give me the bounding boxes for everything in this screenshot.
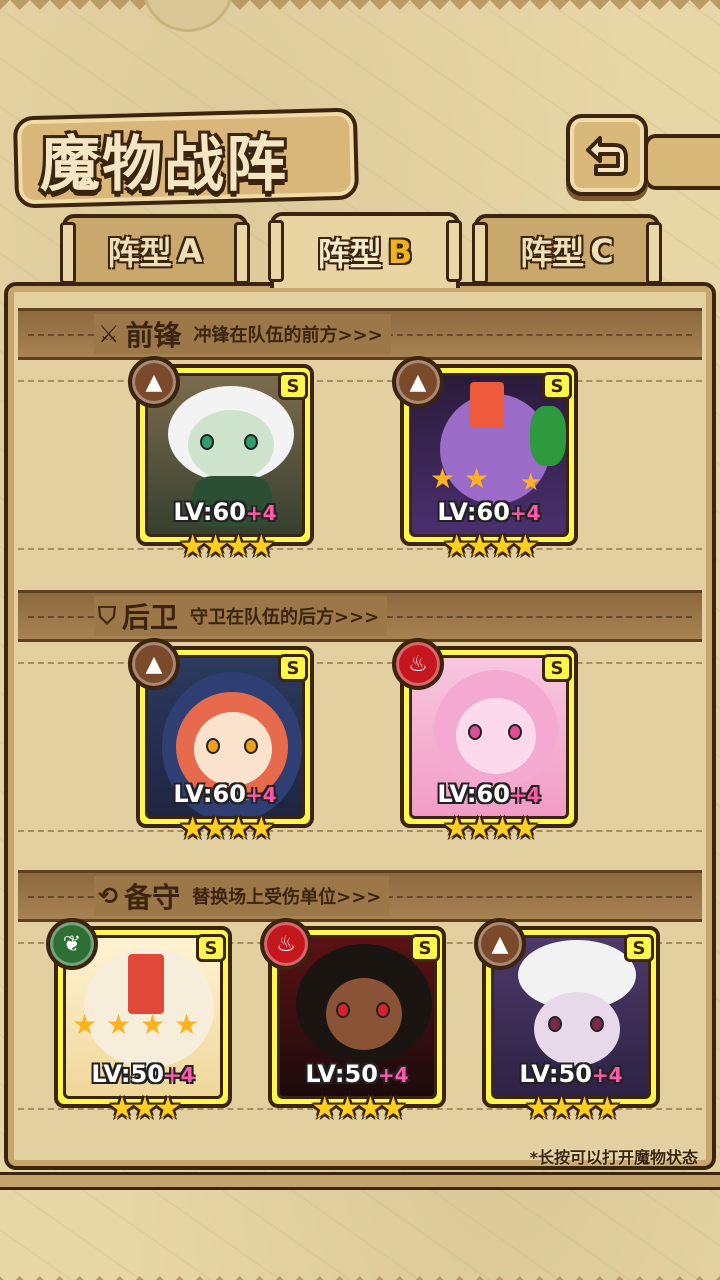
earth-element-icon: ▲ [392, 356, 444, 408]
star-rating: ★★★★ [443, 811, 539, 846]
tab-b-prefix: 阵型 [317, 235, 382, 273]
rank-badge: S [542, 372, 572, 400]
tab-b-letter: B [387, 233, 413, 271]
tab-a-prefix: 阵型 [107, 234, 172, 272]
star-rating: ★★★★ [179, 529, 275, 564]
row-line [18, 830, 702, 832]
monster-card-rearguard-2[interactable]: ♨ S LV:60+4 ★★★★ [392, 638, 578, 846]
back-button-tab [644, 134, 720, 190]
row-line [18, 548, 702, 550]
tab-c-letter: C [590, 232, 614, 270]
hint-text: *长按可以打开魔物状态 [529, 1148, 698, 1167]
shield-icon: ⛉ [98, 602, 116, 630]
vanguard-title: 前锋 [125, 319, 182, 352]
tab-formation-a[interactable]: 阵型 A [60, 214, 250, 284]
star-rating: ★★★ [108, 1091, 182, 1126]
level-label: LV:60+4 [437, 780, 541, 808]
earth-element-icon: ▲ [474, 918, 526, 970]
rank-badge: S [542, 654, 572, 682]
reserve-title: 备守 [124, 881, 181, 914]
fire-element-icon: ♨ [260, 918, 312, 970]
tab-formation-c[interactable]: 阵型 C [472, 214, 662, 284]
tab-formation-b[interactable]: 阵型 B [268, 212, 462, 288]
star-rating: ★★★★ [311, 1091, 407, 1126]
fire-element-icon: ♨ [392, 638, 444, 690]
section-rearguard: ⛉ 后卫 守卫在队伍的后方>>> [18, 590, 702, 642]
monster-card-vanguard-2[interactable]: ▲ S ★ ★ ★ LV:60+4 ★★★★ [392, 356, 578, 564]
sword-icon: ⚔ [98, 320, 120, 348]
monster-card-reserve-1[interactable]: ❦ S ★ ★ ★ ★ LV:50+4 ★★★ [46, 918, 232, 1126]
level-label: LV:60+4 [173, 780, 277, 808]
leaf-element-icon: ❦ [46, 918, 98, 970]
rank-badge: S [278, 372, 308, 400]
level-label: LV:50+4 [519, 1060, 623, 1088]
monster-card-reserve-3[interactable]: ▲ S LV:50+4 ★★★★ [474, 918, 660, 1126]
earth-element-icon: ▲ [128, 638, 180, 690]
row-line [18, 380, 702, 382]
top-border [0, 0, 720, 14]
swap-icon: ⟲ [98, 882, 119, 910]
star-rating: ★★★★ [179, 811, 275, 846]
level-label: LV:60+4 [173, 498, 277, 526]
earth-element-icon: ▲ [128, 356, 180, 408]
section-vanguard: ⚔ 前锋 冲锋在队伍的前方>>> [18, 308, 702, 360]
tab-a-letter: A [177, 232, 203, 270]
monster-card-reserve-2[interactable]: ♨ S LV:50+4 ★★★★ [260, 918, 446, 1126]
monster-card-vanguard-1[interactable]: ▲ S LV:60+4 ★★★★ [128, 356, 314, 564]
level-label: LV:60+4 [437, 498, 541, 526]
reserve-desc: 替换场上受伤单位>>> [192, 887, 382, 908]
tab-c-prefix: 阵型 [520, 234, 585, 272]
bottom-border [0, 1266, 720, 1280]
star-rating: ★★★★ [443, 529, 539, 564]
rearguard-title: 后卫 [122, 601, 179, 634]
row-line [18, 662, 702, 664]
bottom-frame [0, 1172, 720, 1190]
rank-badge: S [278, 654, 308, 682]
page-title: 魔物战阵 [40, 130, 288, 200]
rank-badge: S [624, 934, 654, 962]
back-button[interactable] [566, 114, 648, 196]
rank-badge: S [410, 934, 440, 962]
back-arrow-icon [586, 136, 628, 176]
vanguard-desc: 冲锋在队伍的前方>>> [193, 325, 383, 346]
level-label: LV:50+4 [305, 1060, 409, 1088]
section-reserve: ⟲ 备守 替换场上受伤单位>>> [18, 870, 702, 922]
star-rating: ★★★★ [525, 1091, 621, 1126]
level-label: LV:50+4 [91, 1060, 195, 1088]
rank-badge: S [196, 934, 226, 962]
rearguard-desc: 守卫在队伍的后方>>> [190, 607, 380, 628]
monster-card-rearguard-1[interactable]: ▲ S LV:60+4 ★★★★ [128, 638, 314, 846]
